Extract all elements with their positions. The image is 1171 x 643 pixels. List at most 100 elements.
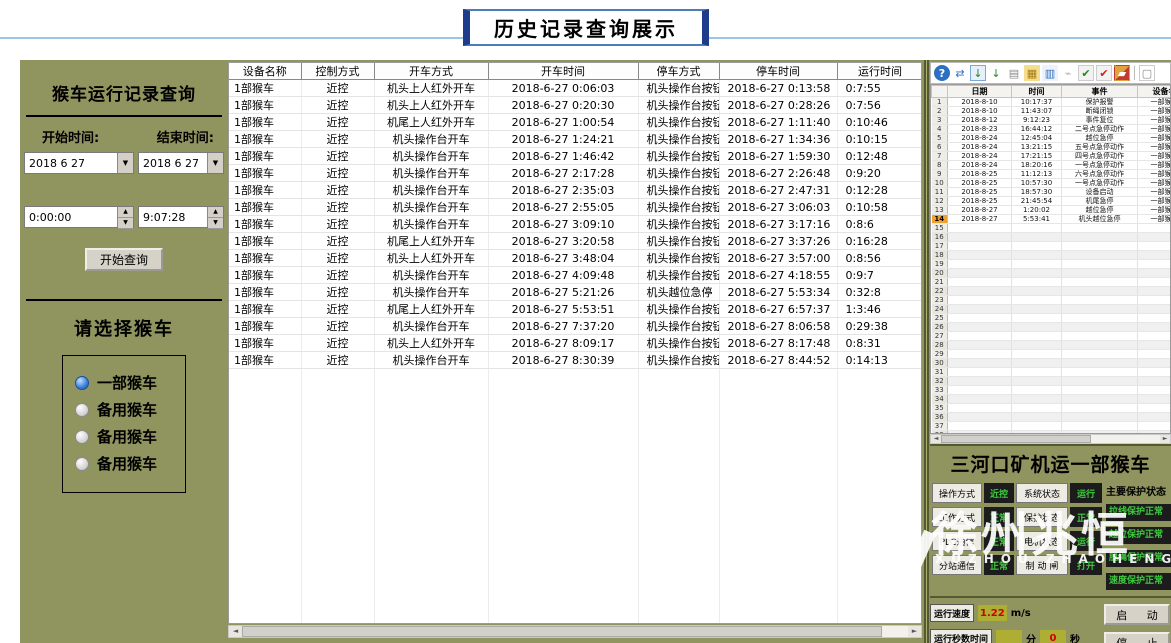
event-row[interactable]: 132018-8-271:20:02越位急停一部猴车: [932, 206, 1171, 215]
spinner-buttons[interactable]: ▲▼: [207, 207, 223, 227]
scroll-left-icon[interactable]: ◄: [931, 435, 941, 443]
chevron-down-icon[interactable]: ▼: [117, 153, 133, 173]
table-row[interactable]: 1部猴车近控机尾上人红外开车2018-6-27 5:53:51机头操作台按钮停.…: [229, 301, 922, 318]
plug-icon[interactable]: ⌁: [1060, 65, 1076, 81]
car-radio-option-4[interactable]: 备用猴车: [75, 453, 175, 474]
event-row[interactable]: 82018-8-2418:20:16一号点急停动作一部猴车: [932, 161, 1171, 170]
car-radio-option-3[interactable]: 备用猴车: [75, 426, 175, 447]
car-radio-option-2[interactable]: 备用猴车: [75, 399, 175, 420]
event-row[interactable]: 33: [932, 386, 1171, 395]
radio-icon[interactable]: [75, 403, 89, 417]
event-row[interactable]: 26: [932, 323, 1171, 332]
upload-icon[interactable]: ↓: [988, 65, 1004, 81]
stop-button[interactable]: 停 止: [1104, 632, 1170, 643]
event-row[interactable]: 35: [932, 404, 1171, 413]
eraser-icon[interactable]: ▰: [1114, 65, 1130, 81]
event-row[interactable]: 22018-8-1011:43:07断绳闭锁一部猴车: [932, 107, 1171, 116]
event-table-hscrollbar[interactable]: ◄ ►: [930, 434, 1171, 444]
event-row[interactable]: 29: [932, 350, 1171, 359]
column-header[interactable]: 停车时间: [719, 63, 837, 80]
event-row[interactable]: 122018-8-2521:45:54机尾急停一部猴车: [932, 197, 1171, 206]
scroll-left-icon[interactable]: ◄: [229, 626, 242, 637]
event-row[interactable]: 32018-8-129:12:23事件复位一部猴车: [932, 116, 1171, 125]
spin-down-icon[interactable]: ▼: [118, 218, 133, 229]
event-row[interactable]: 25: [932, 314, 1171, 323]
table-row[interactable]: 1部猴车近控机头上人红外开车2018-6-27 0:06:03机头操作台按钮停.…: [229, 80, 922, 97]
event-row[interactable]: 24: [932, 305, 1171, 314]
column-header[interactable]: 运行时间: [837, 63, 922, 80]
export-icon[interactable]: ⇄: [952, 65, 968, 81]
event-row[interactable]: 92018-8-2511:12:13六号点急停动作一部猴车: [932, 170, 1171, 179]
column-header[interactable]: 控制方式: [301, 63, 374, 80]
table-row[interactable]: 1部猴车近控机头操作台开车2018-6-27 7:37:20机头操作台按钮停..…: [229, 318, 922, 335]
event-row[interactable]: 23: [932, 296, 1171, 305]
chart-icon[interactable]: ▥: [1042, 65, 1058, 81]
start-query-button[interactable]: 开始查询: [85, 248, 163, 271]
event-row[interactable]: 16: [932, 233, 1171, 242]
report-icon[interactable]: ▤: [1006, 65, 1022, 81]
event-column-header[interactable]: 时间: [1012, 86, 1062, 98]
spinner-buttons[interactable]: ▲▼: [117, 207, 133, 227]
event-row[interactable]: 112018-8-2518:57:30设备启动一部猴车: [932, 188, 1171, 197]
end-date-combobox[interactable]: 2018 6 27 ▼: [138, 152, 224, 174]
table-row[interactable]: 1部猴车近控机头操作台开车2018-6-27 4:09:48机头操作台按钮停..…: [229, 267, 922, 284]
end-time-spinner[interactable]: 9:07:28 ▲▼: [138, 206, 224, 228]
event-row[interactable]: 19: [932, 260, 1171, 269]
start-time-spinner[interactable]: 0:00:00 ▲▼: [24, 206, 134, 228]
spin-down-icon[interactable]: ▼: [208, 218, 223, 229]
column-header[interactable]: 设备名称: [229, 63, 301, 80]
table-row[interactable]: 1部猴车近控机头上人红外开车2018-6-27 0:20:30机头操作台按钮停.…: [229, 97, 922, 114]
help-icon[interactable]: ?: [934, 65, 950, 81]
table-row[interactable]: 1部猴车近控机头操作台开车2018-6-27 1:46:42机头操作台按钮停..…: [229, 148, 922, 165]
history-table-hscrollbar[interactable]: ◄ ►: [228, 625, 922, 638]
event-row[interactable]: 12018-8-1010:17:37保护报警一部猴车: [932, 98, 1171, 107]
table-row[interactable]: 1部猴车近控机头上人红外开车2018-6-27 8:09:17机头操作台按钮停.…: [229, 335, 922, 352]
scrollbar-thumb[interactable]: [242, 626, 882, 637]
column-header[interactable]: 开车方式: [374, 63, 488, 80]
table-row[interactable]: 1部猴车近控机头操作台开车2018-6-27 3:09:10机头操作台按钮停..…: [229, 216, 922, 233]
event-row[interactable]: 34: [932, 395, 1171, 404]
event-column-header[interactable]: 日期: [948, 86, 1012, 98]
event-row[interactable]: 36: [932, 413, 1171, 422]
column-header[interactable]: 开车时间: [488, 63, 638, 80]
start-date-combobox[interactable]: 2018 6 27 ▼: [24, 152, 134, 174]
event-row[interactable]: 102018-8-2510:57:30一号点急停动作一部猴车: [932, 179, 1171, 188]
event-row[interactable]: 18: [932, 251, 1171, 260]
spin-up-icon[interactable]: ▲: [118, 207, 133, 218]
start-button[interactable]: 启 动: [1104, 604, 1170, 625]
event-row[interactable]: 22: [932, 287, 1171, 296]
event-row[interactable]: 27: [932, 332, 1171, 341]
table-check-red-icon[interactable]: ✔: [1096, 65, 1112, 81]
column-header[interactable]: 停车方式: [638, 63, 719, 80]
table-row[interactable]: 1部猴车近控机头操作台开车2018-6-27 2:35:03机头操作台按钮停..…: [229, 182, 922, 199]
event-row[interactable]: 21: [932, 278, 1171, 287]
scroll-right-icon[interactable]: ►: [908, 626, 921, 637]
radio-icon[interactable]: [75, 457, 89, 471]
table-row[interactable]: 1部猴车近控机头上人红外开车2018-6-27 3:48:04机头操作台按钮停.…: [229, 250, 922, 267]
event-row[interactable]: 17: [932, 242, 1171, 251]
event-row[interactable]: 37: [932, 422, 1171, 431]
event-column-header[interactable]: 事件: [1062, 86, 1138, 98]
table-row[interactable]: 1部猴车近控机头操作台开车2018-6-27 2:55:05机头操作台按钮停..…: [229, 199, 922, 216]
event-row[interactable]: 52018-8-2412:45:04越位急停一部猴车: [932, 134, 1171, 143]
scrollbar-thumb[interactable]: [941, 435, 1091, 443]
spin-up-icon[interactable]: ▲: [208, 207, 223, 218]
table-row[interactable]: 1部猴车近控机头操作台开车2018-6-27 2:17:28机头操作台按钮停..…: [229, 165, 922, 182]
event-row[interactable]: 42018-8-2316:44:12二号点急停动作一部猴车: [932, 125, 1171, 134]
event-row[interactable]: 72018-8-2417:21:15四号点急停动作一部猴车: [932, 152, 1171, 161]
table-row[interactable]: 1部猴车近控机尾上人红外开车2018-6-27 1:00:54机头操作台按钮停.…: [229, 114, 922, 131]
chevron-down-icon[interactable]: ▼: [207, 153, 223, 173]
scroll-right-icon[interactable]: ►: [1160, 435, 1170, 443]
download-icon[interactable]: ↓: [970, 65, 986, 81]
event-row[interactable]: 28: [932, 341, 1171, 350]
table-check-green-icon[interactable]: ✔: [1078, 65, 1094, 81]
event-row[interactable]: 30: [932, 359, 1171, 368]
panel-icon[interactable]: ▢: [1139, 65, 1155, 81]
event-row[interactable]: 20: [932, 269, 1171, 278]
event-row[interactable]: 15: [932, 224, 1171, 233]
table-row[interactable]: 1部猴车近控机头操作台开车2018-6-27 5:21:26机头越位急停2018…: [229, 284, 922, 301]
table-row[interactable]: 1部猴车近控机尾上人红外开车2018-6-27 3:20:58机头操作台按钮停.…: [229, 233, 922, 250]
table-row[interactable]: 1部猴车近控机头操作台开车2018-6-27 8:30:39机头操作台按钮停..…: [229, 352, 922, 369]
event-column-header[interactable]: [932, 86, 948, 98]
event-row[interactable]: 31: [932, 368, 1171, 377]
